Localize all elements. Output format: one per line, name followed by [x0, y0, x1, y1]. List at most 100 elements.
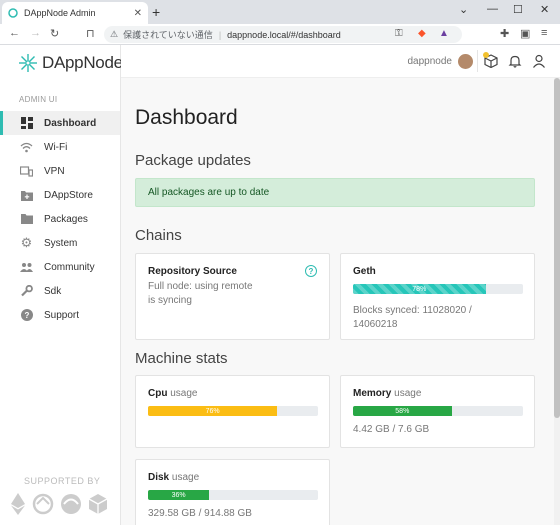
logo-text: DAppNode [42, 53, 123, 72]
sidebar-item-dashboard[interactable]: Dashboard [0, 111, 120, 135]
sidebar-item-system[interactable]: ⚙ System [0, 231, 120, 255]
main-content: Dashboard Package updates All packages a… [121, 78, 560, 525]
scrollbar-thumb[interactable] [554, 78, 560, 418]
browser-tab[interactable]: DAppNode Admin ✕ [2, 2, 148, 24]
sidebar-item-label: System [44, 237, 78, 249]
username[interactable]: dappnode [408, 56, 453, 67]
machine-stats-heading: Machine stats [135, 350, 228, 367]
forward-icon[interactable]: → [30, 27, 41, 39]
minimize-icon[interactable]: — [487, 3, 498, 15]
dashboard-icon [20, 117, 33, 130]
sidebar-item-label: Support [44, 309, 80, 321]
bookmark-icon[interactable]: ⊓ [86, 27, 95, 40]
memory-progress-bar: 58% [353, 406, 523, 416]
svg-text:?: ? [24, 311, 29, 320]
memory-usage-card: Memory usage 58% 4.42 GB / 7.6 GB [340, 375, 535, 448]
geth-sync-progress-bar: 78% [353, 284, 523, 294]
dappnode-favicon-icon [8, 8, 18, 18]
reload-icon[interactable]: ↻ [50, 27, 59, 40]
top-header: dappnode [121, 45, 560, 78]
security-text: 保護されていない通信 [123, 30, 213, 40]
notification-dot [483, 52, 489, 58]
sidebar-item-label: Sdk [44, 285, 62, 297]
app-root: DAppNode ADMIN UI Dashboard Wi-Fi VPN DA… [0, 45, 560, 525]
user-profile-icon[interactable] [532, 54, 546, 68]
brave-shield-icon[interactable]: ◆ [418, 28, 426, 39]
help-circle-icon[interactable]: ? [305, 265, 317, 277]
progress-fill: 58% [353, 406, 452, 416]
ethereum-logo-icon[interactable] [10, 493, 26, 515]
packages-up-to-date-alert: All packages are up to date [135, 178, 535, 207]
wallet-icon[interactable]: ▣ [520, 27, 530, 40]
card-text: is syncing [148, 295, 192, 306]
sidebar-item-label: Dashboard [44, 117, 97, 129]
sidebar-item-label: Wi-Fi [44, 141, 68, 153]
brave-rewards-icon[interactable]: ▲ [439, 28, 449, 39]
sidebar-item-label: VPN [44, 165, 65, 177]
scrollbar[interactable] [554, 78, 560, 525]
sidebar-item-packages[interactable]: Packages [0, 207, 120, 231]
page-title: Dashboard [135, 106, 238, 129]
card-title: Geth [353, 266, 376, 277]
gear-icon: ⚙ [20, 235, 33, 250]
back-icon[interactable]: ← [9, 27, 20, 39]
sidebar-nav: Dashboard Wi-Fi VPN DAppStore Packages ⚙… [0, 111, 120, 327]
sidebar: DAppNode ADMIN UI Dashboard Wi-Fi VPN DA… [0, 45, 123, 525]
disk-progress-bar: 36% [148, 490, 318, 500]
disk-usage-card: Disk usage 36% 329.58 GB / 914.88 GB [135, 459, 330, 525]
tab-close-icon[interactable]: ✕ [134, 8, 142, 19]
address-bar[interactable]: ⚠ 保護されていない通信 | dappnode.local/#/dashboar… [104, 26, 462, 43]
sidebar-item-wifi[interactable]: Wi-Fi [0, 135, 120, 159]
card-title-sub: usage [170, 388, 198, 399]
card-title: Cpu usage [148, 388, 197, 399]
new-tab-icon[interactable]: + [152, 4, 160, 20]
devices-icon [20, 165, 33, 178]
progress-fill: 78% [353, 284, 486, 294]
card-title-main: Cpu [148, 388, 168, 399]
window-close-icon[interactable]: ✕ [540, 3, 549, 16]
extensions-icon[interactable]: ✚ [500, 27, 509, 40]
sidebar-item-sdk[interactable]: Sdk [0, 279, 120, 303]
wrench-icon [20, 285, 33, 298]
card-text: Full node: using remote [148, 281, 253, 292]
repository-source-card: Repository Source ? Full node: using rem… [135, 253, 330, 340]
wifi-icon [20, 141, 33, 154]
menu-icon[interactable]: ≡ [541, 27, 547, 39]
tab-title: DAppNode Admin [24, 8, 96, 18]
key-icon[interactable]: ⚿ [395, 28, 403, 39]
sponsor-logos [10, 493, 108, 515]
header-divider [477, 50, 478, 72]
cpu-usage-card: Cpu usage 76% [135, 375, 330, 448]
card-text: 329.58 GB / 914.88 GB [148, 508, 252, 519]
avatar[interactable] [458, 54, 473, 69]
sidebar-item-vpn[interactable]: VPN [0, 159, 120, 183]
card-title-main: Disk [148, 472, 170, 483]
progress-fill: 76% [148, 406, 278, 416]
card-title-sub: usage [394, 388, 422, 399]
folder-icon [20, 213, 33, 226]
sidebar-item-support[interactable]: ? Support [0, 303, 120, 327]
sidebar-item-dappstore[interactable]: DAppStore [0, 183, 120, 207]
card-title: Repository Source [148, 266, 237, 277]
sponsor-three-logo-icon[interactable] [60, 493, 82, 515]
card-text: 14060218 [353, 319, 398, 330]
people-icon [20, 261, 33, 274]
maximize-icon[interactable]: ☐ [513, 3, 523, 16]
sidebar-item-label: DAppStore [44, 189, 93, 201]
package-updates-heading: Package updates [135, 152, 251, 169]
admin-ui-label: ADMIN UI [19, 95, 58, 104]
warning-icon: ⚠ [110, 29, 119, 39]
browser-toolbar: ← → ↻ ⊓ ⚠ 保護されていない通信 | dappnode.local/#/… [0, 24, 560, 45]
sidebar-item-community[interactable]: Community [0, 255, 120, 279]
card-text: Blocks synced: 11028020 / [353, 305, 472, 316]
browser-tabbar: DAppNode Admin ✕ + ⌄ — ☐ ✕ [0, 0, 560, 24]
tab-search-icon[interactable]: ⌄ [459, 3, 468, 16]
cpu-progress-bar: 76% [148, 406, 318, 416]
store-icon [20, 189, 33, 202]
url-text: dappnode.local/#/dashboard [227, 29, 341, 40]
sponsor-two-logo-icon[interactable] [32, 493, 54, 515]
bell-icon[interactable] [508, 54, 522, 68]
chains-heading: Chains [135, 227, 182, 244]
sponsor-four-logo-icon[interactable] [88, 493, 108, 515]
dappnode-logo[interactable]: DAppNode [18, 53, 123, 73]
